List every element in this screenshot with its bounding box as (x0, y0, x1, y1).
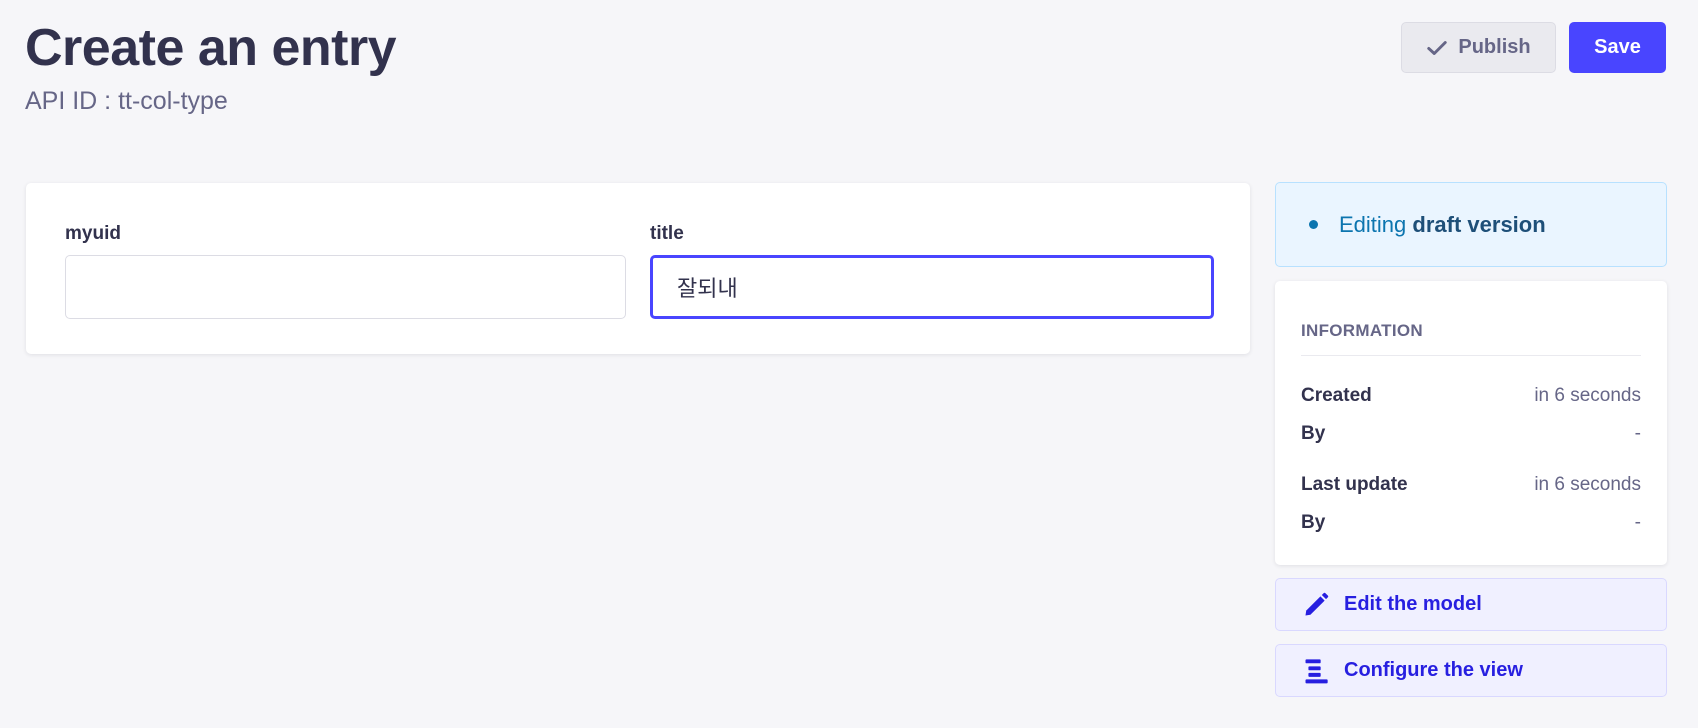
edit-model-label: Edit the model (1344, 593, 1482, 615)
publish-button-label: Publish (1458, 36, 1531, 58)
info-row-updated: Last update in 6 seconds (1301, 474, 1641, 496)
status-version: draft version (1412, 211, 1546, 237)
status-dot (1309, 220, 1318, 229)
field-title: title (650, 223, 1214, 319)
entry-form-card: myuid title (26, 183, 1250, 354)
created-by-value: - (1634, 423, 1641, 444)
status-prefix: Editing (1339, 211, 1407, 237)
updated-by-label: By (1301, 512, 1326, 533)
layout-lines-icon (1305, 658, 1328, 683)
updated-by-value: - (1634, 512, 1641, 533)
draft-status-text: Editing draft version (1339, 212, 1546, 238)
page-title: Create an entry (25, 19, 397, 77)
configure-view-link[interactable]: Configure the view (1275, 644, 1667, 697)
publish-button[interactable]: Publish (1401, 22, 1556, 73)
information-panel: INFORMATION Created in 6 seconds By - La… (1275, 281, 1667, 565)
created-value: in 6 seconds (1534, 385, 1641, 406)
draft-status-box: Editing draft version (1275, 182, 1667, 267)
created-by-label: By (1301, 423, 1326, 444)
content-manager-page: Create an entry API ID : tt-col-type Pub… (0, 0, 1698, 728)
pencil-icon (1305, 592, 1329, 615)
created-label: Created (1301, 385, 1372, 406)
check-icon (1427, 40, 1448, 55)
field-myuid: myuid (65, 223, 626, 319)
title-label: title (650, 223, 684, 244)
info-row-created: Created in 6 seconds (1301, 385, 1641, 407)
page-header: Create an entry API ID : tt-col-type (25, 18, 397, 116)
info-row-created-by: By - (1301, 423, 1641, 445)
updated-label: Last update (1301, 474, 1408, 495)
information-heading: INFORMATION (1301, 321, 1641, 356)
info-row-updated-by: By - (1301, 512, 1641, 534)
configure-view-label: Configure the view (1344, 659, 1523, 681)
updated-value: in 6 seconds (1534, 474, 1641, 495)
myuid-label: myuid (65, 223, 121, 244)
title-input[interactable] (650, 255, 1214, 319)
save-button[interactable]: Save (1569, 22, 1666, 73)
api-id-subtitle: API ID : tt-col-type (25, 87, 228, 115)
header-actions: Publish Save (1401, 22, 1666, 73)
myuid-input[interactable] (65, 255, 626, 319)
edit-model-link[interactable]: Edit the model (1275, 578, 1667, 631)
